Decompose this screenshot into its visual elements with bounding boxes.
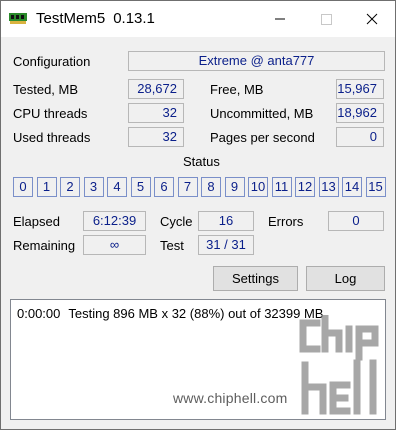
minimize-icon <box>275 18 285 20</box>
status-cell: 8 <box>201 177 221 197</box>
pages-per-second-label: Pages per second <box>210 130 315 145</box>
status-cell: 1 <box>36 177 57 197</box>
status-cell: 3 <box>83 177 104 197</box>
window-title: TestMem5 0.13.1 <box>36 10 155 27</box>
status-cell: 15 <box>365 177 386 197</box>
errors-label: Errors <box>268 214 304 229</box>
log-button[interactable]: Log <box>306 266 385 291</box>
status-cell: 13 <box>318 177 339 197</box>
uncommitted-value: 18,962 <box>336 103 384 123</box>
settings-button[interactable]: Settings <box>213 266 298 291</box>
errors-value: 0 <box>328 211 384 231</box>
log-line: 0:00:00 Testing 896 MB x 32 (88%) out of … <box>17 306 323 321</box>
cpu-threads-value: 32 <box>128 103 184 123</box>
elapsed-value: 6:12:39 <box>83 211 146 231</box>
used-threads-value: 32 <box>128 127 184 147</box>
remaining-value: ∞ <box>83 235 146 255</box>
title-bar[interactable]: TestMem5 0.13.1 <box>1 1 395 37</box>
tested-value: 28,672 <box>128 79 184 99</box>
testmem5-window: TestMem5 0.13.1 Configuration Extreme @ a… <box>0 0 396 430</box>
elapsed-label: Elapsed <box>13 214 60 229</box>
status-cell: 7 <box>177 177 198 197</box>
status-cell: 10 <box>248 177 268 197</box>
configuration-value: Extreme @ anta777 <box>128 51 385 71</box>
cycle-value: 16 <box>198 211 254 231</box>
free-value: 15,967 <box>336 79 384 99</box>
log-message: Testing 896 MB x 32 (88%) out of 32399 M… <box>68 306 324 321</box>
close-icon <box>366 13 378 25</box>
status-cell: 6 <box>154 177 174 197</box>
cycle-label: Cycle <box>160 214 193 229</box>
tested-label: Tested, MB <box>13 82 79 97</box>
maximize-icon <box>321 14 332 25</box>
chiphell-logo: chiphell <box>299 315 379 415</box>
minimize-button[interactable] <box>257 1 303 37</box>
used-threads-label: Used threads <box>13 130 91 145</box>
pages-per-second-value: 0 <box>336 127 384 147</box>
app-name: TestMem5 <box>36 10 106 27</box>
status-cell: 9 <box>224 177 245 197</box>
uncommitted-label: Uncommitted, MB <box>210 106 314 121</box>
remaining-label: Remaining <box>13 238 76 253</box>
test-label: Test <box>160 238 184 253</box>
status-cell: 0 <box>13 177 33 197</box>
free-label: Free, MB <box>210 82 264 97</box>
status-cell: 5 <box>130 177 151 197</box>
configuration-label: Configuration <box>13 54 91 69</box>
status-cell: 2 <box>60 177 80 197</box>
ram-module-icon <box>9 11 27 25</box>
status-cell: 4 <box>107 177 127 197</box>
status-cell: 11 <box>271 177 292 197</box>
maximize-button[interactable] <box>303 1 349 37</box>
app-version: 0.13.1 <box>113 10 155 27</box>
cpu-threads-label: CPU threads <box>13 106 88 121</box>
log-time: 0:00:00 <box>17 306 61 321</box>
status-label: Status <box>183 154 220 169</box>
status-cell: 12 <box>295 177 315 197</box>
watermark-url: www.chiphell.com <box>173 390 288 406</box>
test-value: 31 / 31 <box>198 235 254 255</box>
status-cell: 14 <box>342 177 362 197</box>
close-button[interactable] <box>349 1 395 37</box>
